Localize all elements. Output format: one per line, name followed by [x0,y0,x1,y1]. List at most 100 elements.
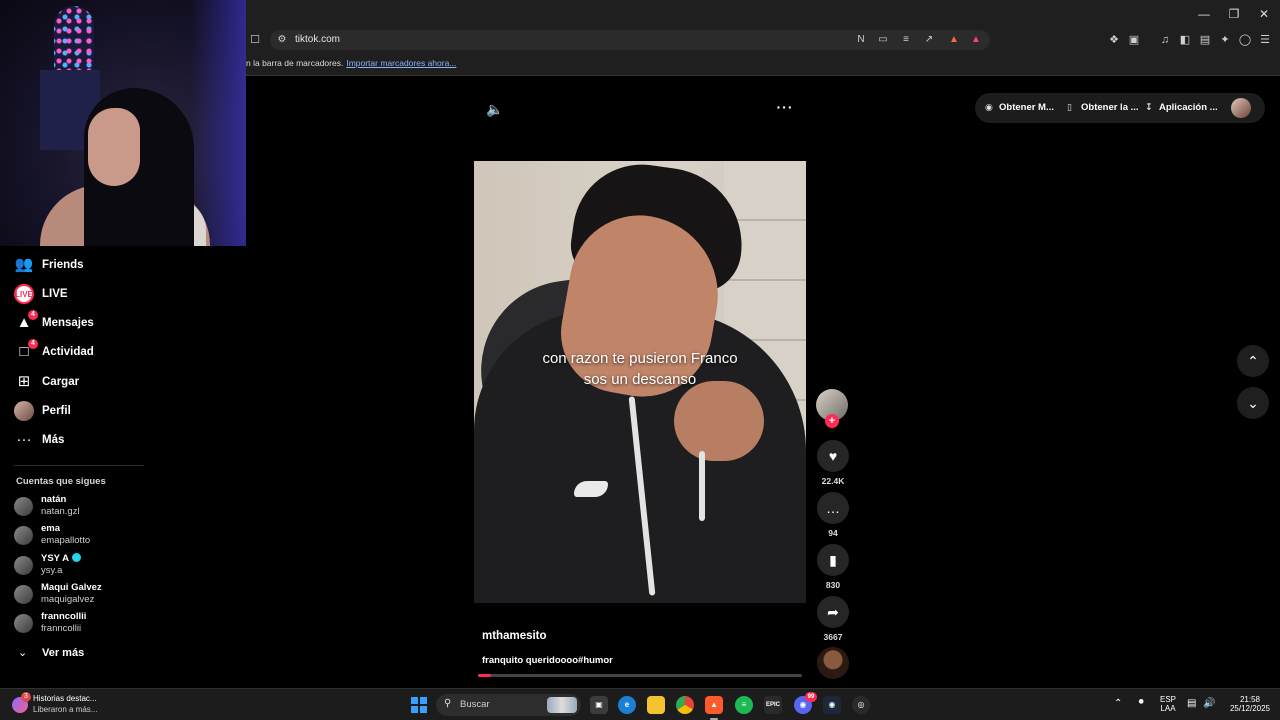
bookmark-icon[interactable]: ☐ [248,33,262,47]
account-avatar [14,585,33,604]
screenshot-icon[interactable]: ▣ [1127,33,1141,47]
sidebar-item-friends[interactable]: 👥 Friends [14,253,214,277]
account-name: franncollii [41,611,87,622]
sound-disc-icon[interactable] [817,647,849,679]
chevron-down-icon[interactable]: ⌄ [1237,387,1269,419]
news-widget[interactable]: 3 Historias destac... Liberaron a más... [12,692,142,716]
vpn-icon[interactable]: ◯ [1238,33,1252,47]
profile-avatar [14,401,34,421]
account-avatar [14,526,33,545]
like-icon[interactable]: ♥ [817,440,849,472]
sidebar-item-label: LIVE [42,288,68,300]
account-handle: franncollii [41,623,82,634]
language-indicator[interactable]: ESP LAA [1158,695,1178,713]
video-progress[interactable] [478,674,802,677]
following-account[interactable]: ema emapallotto [14,521,214,549]
widget-headline: Historias destac... [33,694,97,703]
discord-badge: 99 [805,692,817,702]
spotify-icon[interactable]: ≡ [735,696,753,714]
speaker-icon[interactable]: 🔊 [1203,698,1215,709]
brave-shields-icon[interactable]: ▲ [947,33,961,47]
coin-icon: ◉ [985,102,993,112]
desktop-app-label: Aplicación ... [1159,102,1218,113]
user-avatar[interactable] [1231,98,1251,118]
see-more-button[interactable]: ⌄ Ver más [18,646,85,660]
obs-icon[interactable]: ◎ [852,696,870,714]
webcam-person-face [88,108,140,186]
share-arrow-icon[interactable]: ➦ [817,596,849,628]
share-icon[interactable]: ↗ [922,33,936,47]
video-player[interactable]: con razon te pusieron Franco sos un desc… [474,161,806,603]
get-coins-button[interactable]: ◉ Obtener M... [985,102,1054,113]
sidebar-item-live[interactable]: LIVE LIVE [14,282,214,306]
address-bar[interactable]: ⚙ tiktok.com N ▭ ≡ ↗ ▲ ▲ [270,30,990,50]
bookmark-save-icon[interactable]: ▮ [817,544,849,576]
sidebar-item-upload[interactable]: ⊞ Cargar [14,370,214,394]
sidebar-item-label: Mensajes [42,317,94,329]
volume-icon[interactable]: 🔈 [486,100,504,118]
sidebar-item-profile[interactable]: Perfil [14,399,214,423]
sidebar-item-activity[interactable]: □ 4 Actividad [14,339,214,364]
get-app-button[interactable]: ▯ Obtener la ... [1067,102,1139,113]
cast-icon[interactable]: ▭ [876,33,890,47]
see-more-label: Ver más [42,646,85,659]
wallet-icon[interactable]: ▤ [1198,33,1212,47]
extensions-icon[interactable]: ❖ [1107,33,1121,47]
following-account[interactable]: Maqui Galvez maquigalvez [14,580,214,608]
video-caption-line: sos un descanso [583,371,697,388]
microphone-icon[interactable]: ⚫ [1137,697,1145,708]
taskbar-search[interactable]: ⚲ Buscar [436,694,581,716]
import-bookmarks-link[interactable]: Importar marcadores ahora... [346,58,456,68]
account-name-row: YSY A [41,553,81,564]
sidebar-item-label: Actividad [42,346,94,358]
file-explorer-icon[interactable] [647,696,665,714]
comment-icon[interactable]: … [817,492,849,524]
video-progress-fill [478,674,491,677]
chrome-icon[interactable] [676,696,694,714]
reader-mode-icon[interactable]: N [854,33,868,47]
brave-rewards-icon[interactable]: ▲ [969,33,983,47]
friends-icon: 👥 [14,256,34,273]
clock-date: 25/12/2025 [1229,704,1271,713]
restore-icon[interactable]: ❐ [1226,6,1242,22]
like-count: 22.4K [821,476,845,486]
leo-ai-icon[interactable]: ✦ [1218,33,1232,47]
discord-icon[interactable]: ◉ 99 [794,692,817,714]
messages-badge: 4 [28,310,38,320]
taskbar: 3 Historias destac... Liberaron a más...… [0,688,1280,720]
following-account[interactable]: YSY A ysy.a [14,551,214,579]
steam-icon[interactable]: ◉ [823,696,841,714]
brave-icon[interactable]: ▲ [705,696,723,720]
desktop-app-button[interactable]: ↧ Aplicación ... [1145,102,1218,113]
sidebar-toggle-icon[interactable]: ◧ [1178,33,1192,47]
video-caption-line: con razon te pusieron Franco [542,350,738,367]
live-icon: LIVE [14,284,34,304]
follow-plus-icon[interactable]: + [825,414,839,428]
video-hand [674,381,764,461]
following-account[interactable]: natán natan.gzl [14,492,214,520]
task-view-icon[interactable]: ▣ [590,696,608,714]
account-name: natán [41,494,67,505]
epic-games-icon[interactable]: EPIC [764,696,782,714]
tray-chevron-up-icon[interactable]: ⌃ [1114,698,1122,709]
minimize-icon[interactable]: — [1196,6,1212,22]
more-options-icon[interactable]: ··· [774,100,796,118]
following-title: Cuentas que sigues [16,476,106,487]
media-icon[interactable]: ♫ [1158,33,1172,47]
sidebar-item-label: Cargar [42,376,80,388]
translate-icon[interactable]: ≡ [899,33,913,47]
account-avatar [14,614,33,633]
close-icon[interactable]: ✕ [1256,6,1272,22]
windows-start-icon[interactable] [411,697,427,713]
edge-icon[interactable]: e [618,696,636,714]
menu-icon[interactable]: ☰ [1258,33,1272,47]
chevron-up-icon[interactable]: ⌃ [1237,345,1269,377]
network-icon[interactable]: ▤ [1187,698,1196,709]
following-account[interactable]: franncollii franncollii [14,609,214,637]
account-name: Maqui Galvez [41,582,102,593]
sidebar-item-more[interactable]: ··· Más [14,428,214,452]
video-author[interactable]: mthamesito [482,630,547,642]
clock[interactable]: 21:58 25/12/2025 [1224,695,1276,713]
sidebar-item-messages[interactable]: ▲ 4 Mensajes [14,310,214,335]
site-settings-icon[interactable]: ⚙ [275,33,289,47]
